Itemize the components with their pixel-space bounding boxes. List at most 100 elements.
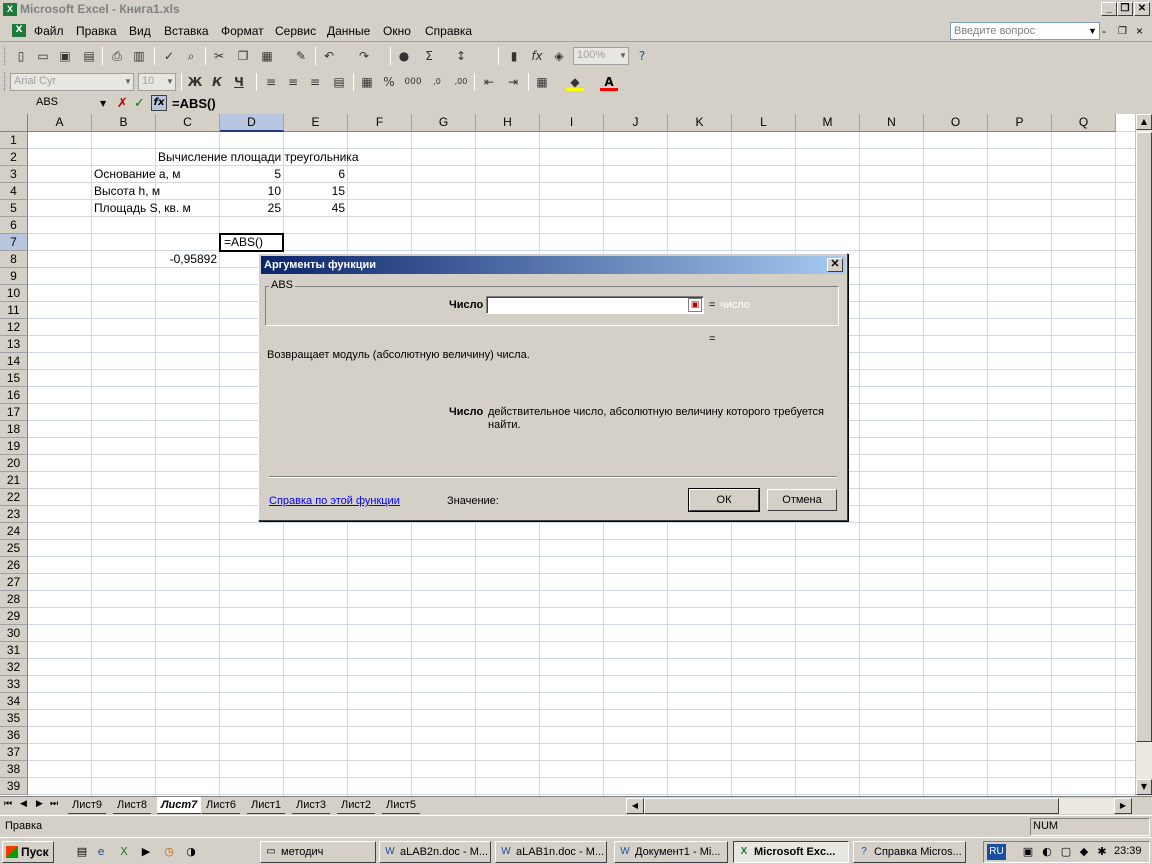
hyperlink-icon[interactable]: ● [395, 47, 413, 65]
sheet-tab-7[interactable]: Лист7 [157, 797, 202, 814]
next-sheet-icon[interactable]: ▶ [36, 799, 43, 809]
antivirus-icon[interactable]: ✱ [1094, 844, 1110, 860]
row-header[interactable]: 35 [0, 710, 28, 727]
row-header[interactable]: 24 [0, 523, 28, 540]
print-preview-icon[interactable]: ▥ [130, 47, 148, 65]
sheet-tab-5[interactable]: Лист5 [382, 797, 421, 814]
row-header[interactable]: 39 [0, 778, 28, 795]
menu-help[interactable]: Справка [425, 24, 472, 38]
decrease-decimal-icon[interactable]: ,00 [452, 73, 470, 91]
column-header[interactable]: L [732, 114, 796, 132]
cell-d5[interactable]: 25 [219, 200, 283, 217]
open-icon[interactable]: ▭ [34, 47, 52, 65]
sheet-tab-6[interactable]: Лист6 [202, 797, 241, 814]
increase-indent-icon[interactable]: ⇥ [504, 73, 522, 91]
new-icon[interactable]: ▯ [12, 47, 30, 65]
menu-data[interactable]: Данные [327, 24, 370, 38]
row-header[interactable]: 23 [0, 506, 28, 523]
menu-insert[interactable]: Вставка [164, 24, 209, 38]
row-header[interactable]: 19 [0, 438, 28, 455]
tray-app-icon[interactable]: ▢ [1058, 844, 1074, 860]
row-header[interactable]: 21 [0, 472, 28, 489]
row-header[interactable]: 15 [0, 370, 28, 387]
taskbar-button-word-2[interactable]: WaLAB1n.doc - M... [495, 841, 607, 863]
close-button[interactable]: ✕ [1134, 2, 1150, 16]
column-header[interactable]: J [604, 114, 668, 132]
autosum-icon[interactable]: Σ [420, 47, 438, 65]
row-header[interactable]: 6 [0, 217, 28, 234]
row-header[interactable]: 17 [0, 404, 28, 421]
row-header[interactable]: 26 [0, 557, 28, 574]
font-select[interactable]: Arial Cyr ▼ [10, 73, 134, 91]
sort-ascending-icon[interactable]: ↕ [452, 47, 470, 65]
increase-decimal-icon[interactable]: ,0 [428, 73, 446, 91]
enter-icon[interactable]: ✓ [134, 95, 145, 112]
column-header[interactable]: D [220, 114, 284, 132]
drawing-icon[interactable]: ◈ [550, 47, 568, 65]
taskbar-button-word-1[interactable]: WaLAB2n.doc - M... [379, 841, 491, 863]
row-header[interactable]: 7 [0, 234, 28, 251]
taskbar-button-folder[interactable]: ▭ методич [260, 841, 376, 863]
volume-icon[interactable]: ◐ [1039, 844, 1055, 860]
function-icon[interactable]: fx [528, 47, 546, 65]
align-center-icon[interactable]: ≡ [284, 73, 302, 91]
undo-icon[interactable]: ↶ [320, 47, 338, 65]
sheet-tab-1[interactable]: Лист1 [247, 797, 286, 814]
scroll-up-icon[interactable]: ▲ [1136, 114, 1152, 130]
help-icon[interactable]: ? [633, 47, 651, 65]
row-header[interactable]: 1 [0, 132, 28, 149]
column-header[interactable]: K [668, 114, 732, 132]
column-header[interactable]: G [412, 114, 476, 132]
tray-app-icon[interactable]: ◆ [1076, 844, 1092, 860]
chevron-down-icon[interactable]: ▼ [100, 95, 106, 112]
align-right-icon[interactable]: ≡ [306, 73, 324, 91]
row-header[interactable]: 28 [0, 591, 28, 608]
select-all-corner[interactable] [0, 114, 28, 132]
ok-button[interactable]: ОК [688, 488, 760, 512]
horizontal-scroll-thumb[interactable] [644, 798, 1059, 814]
row-header[interactable]: 2 [0, 149, 28, 166]
prev-sheet-icon[interactable]: ◀ [20, 799, 27, 809]
cancel-icon[interactable]: ✗ [117, 95, 128, 112]
spelling-icon[interactable]: ✓ [160, 47, 178, 65]
row-header[interactable]: 5 [0, 200, 28, 217]
thousands-icon[interactable]: 000 [404, 73, 422, 91]
row-header[interactable]: 33 [0, 676, 28, 693]
taskbar-button-word-3[interactable]: W Документ1 - Mi... [614, 841, 728, 863]
last-sheet-icon[interactable]: ⏭ [50, 799, 58, 809]
sheet-tab-2[interactable]: Лист2 [337, 797, 376, 814]
borders-icon[interactable]: ▦ [533, 73, 551, 91]
column-header[interactable]: H [476, 114, 540, 132]
research-icon[interactable]: ⌕ [182, 47, 200, 65]
cut-icon[interactable]: ✂ [210, 47, 228, 65]
row-header[interactable]: 37 [0, 744, 28, 761]
row-header[interactable]: 34 [0, 693, 28, 710]
cell-e5[interactable]: 45 [283, 200, 347, 217]
fill-color-icon[interactable]: ◆ [566, 73, 584, 91]
column-header[interactable]: B [92, 114, 156, 132]
number-argument-input[interactable]: ▣ [486, 296, 704, 314]
permission-icon[interactable]: ▤ [80, 47, 98, 65]
row-header[interactable]: 9 [0, 268, 28, 285]
help-on-function-link[interactable]: Справка по этой функции [269, 495, 400, 507]
menu-file[interactable]: Файл [34, 24, 64, 38]
menu-view[interactable]: Вид [129, 24, 151, 38]
column-header[interactable]: I [540, 114, 604, 132]
scroll-left-icon[interactable]: ◀ [626, 798, 644, 814]
collapse-dialog-icon[interactable]: ▣ [688, 298, 702, 312]
vertical-scrollbar[interactable]: ▲ ▼ [1135, 114, 1152, 796]
sheet-tab-9[interactable]: Лист9 [68, 797, 107, 814]
row-header[interactable]: 10 [0, 285, 28, 302]
row-header[interactable]: 38 [0, 761, 28, 778]
desktop-icon[interactable]: ▤ [74, 844, 90, 860]
cell-b5[interactable]: Площадь S, кв. м [91, 200, 191, 217]
row-header[interactable]: 13 [0, 336, 28, 353]
menu-edit[interactable]: Правка [76, 24, 117, 38]
name-box[interactable]: ABS [2, 95, 110, 112]
redo-icon[interactable]: ↷ [355, 47, 373, 65]
column-header[interactable]: F [348, 114, 412, 132]
row-header[interactable]: 22 [0, 489, 28, 506]
save-icon[interactable]: ▣ [56, 47, 74, 65]
row-header[interactable]: 36 [0, 727, 28, 744]
row-header[interactable]: 8 [0, 251, 28, 268]
